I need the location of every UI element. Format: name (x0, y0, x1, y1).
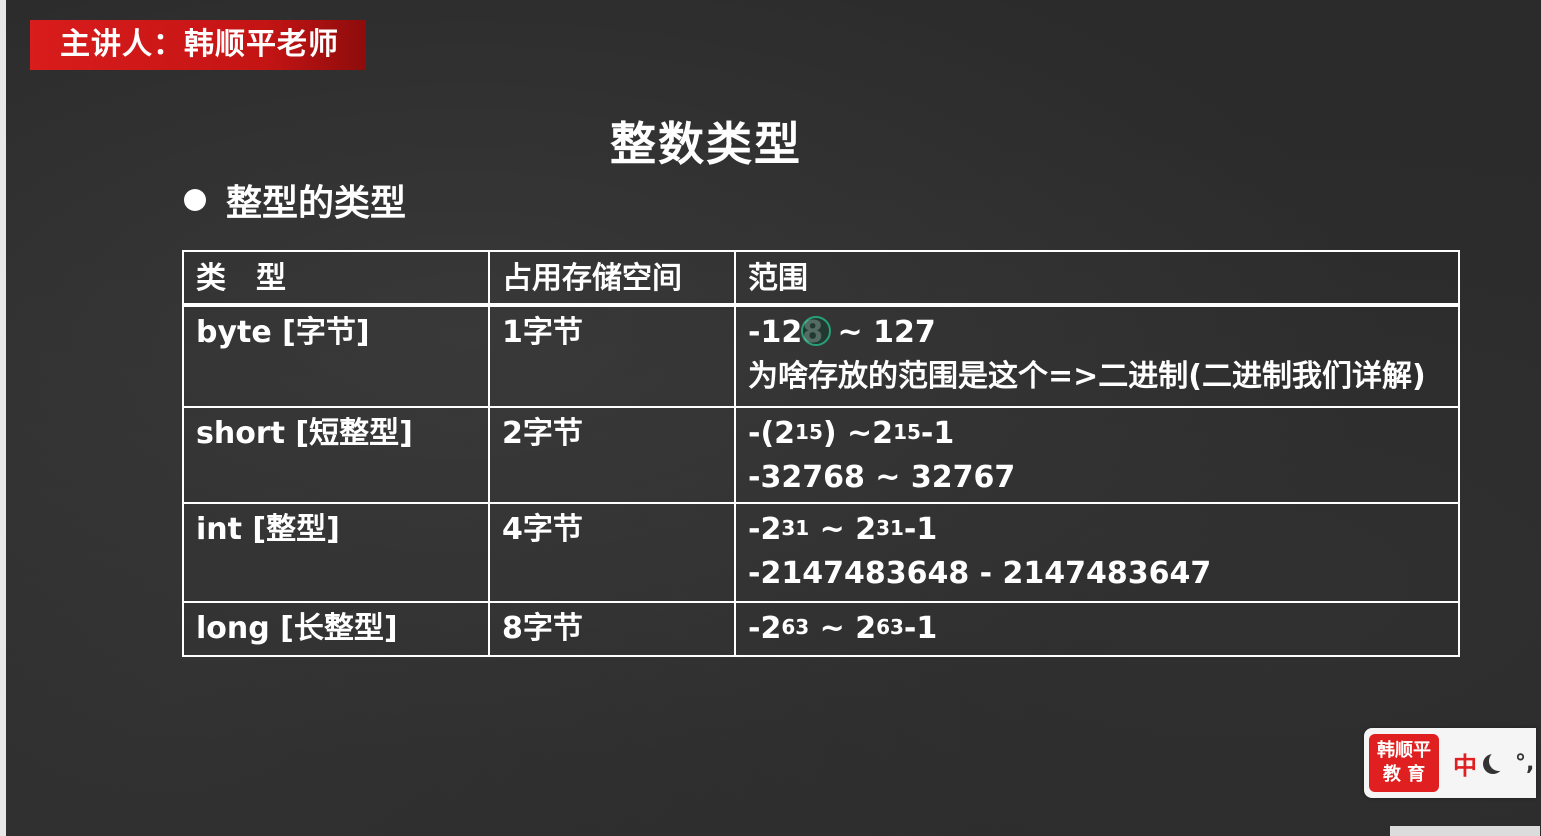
bottom-strip (1390, 826, 1540, 836)
bullet-dot-icon (184, 189, 206, 211)
speaker-banner: 主讲人：韩顺平老师 (30, 20, 366, 70)
cell-size: 2字节 (488, 406, 736, 504)
type-label: long [长整型] (196, 611, 398, 646)
page-title: 整数类型 (610, 117, 802, 171)
range-text: ~ 2 (809, 611, 877, 646)
exponent: 63 (876, 615, 904, 639)
range-text: ) ~2 (822, 416, 894, 451)
integer-types-table: 类 型 占用存储空间 范围 byte [字节] 1字节 -128 ~ 127 为… (182, 250, 1460, 657)
table-row: byte [字节] 1字节 -128 ~ 127 为啥存放的范围是这个=>二进制… (182, 304, 1460, 408)
exponent: 31 (781, 516, 810, 540)
cell-range: -231 ~ 231-1 -2147483648 - 2147483647 (734, 502, 1460, 603)
range-text: ~ 127 (827, 315, 936, 350)
table-row: short [短整型] 2字节 -(215) ~215-1 -32768 ~ 3… (182, 406, 1460, 504)
range-text: -1 (903, 611, 938, 646)
cell-type: int [整型] (182, 502, 490, 603)
type-label: int [整型] (196, 512, 340, 547)
type-label: byte [字节] (196, 315, 370, 350)
range-text: -(2 (748, 416, 796, 451)
bullet-row: 整型的类型 (184, 172, 406, 228)
range-line-1: -231 ~ 231-1 (748, 508, 1458, 552)
cell-range: -128 ~ 127 为啥存放的范围是这个=>二进制(二进制我们详解) (734, 304, 1460, 408)
logo-line-1: 韩顺平 (1377, 740, 1431, 761)
mouse-cursor-icon (801, 315, 832, 346)
table-row: int [整型] 4字节 -231 ~ 231-1 -2147483648 - … (182, 502, 1460, 603)
brand-widget[interactable]: 韩顺平 教 育 中 °, (1364, 728, 1536, 798)
type-label: short [短整型] (196, 416, 413, 451)
logo-line-2: 教 育 (1382, 764, 1426, 785)
header-range: 范围 (734, 250, 1460, 307)
header-size: 占用存储空间 (488, 250, 736, 307)
size-label: 4字节 (502, 512, 583, 547)
range-line-2: -32768 ~ 32767 (748, 460, 1016, 495)
cell-size: 4字节 (488, 502, 736, 603)
range-text: ~ 2 (809, 512, 877, 547)
range-line-2: -2147483648 - 2147483647 (748, 556, 1212, 591)
cell-size: 1字节 (488, 304, 736, 408)
cell-type: long [长整型] (182, 601, 490, 657)
bullet-text: 整型的类型 (226, 183, 407, 224)
cell-range: -263 ~ 263-1 (734, 601, 1460, 657)
range-text: -12 (748, 315, 803, 350)
cell-type: byte [字节] (182, 304, 490, 408)
moon-icon[interactable] (1489, 751, 1509, 771)
language-toggle[interactable]: 中 (1453, 746, 1477, 781)
cell-size: 8字节 (488, 601, 736, 657)
slide-canvas: 主讲人：韩顺平老师 整数类型 整型的类型 类 型 占用存储空间 范围 byte … (6, 0, 1541, 836)
table-header-row: 类 型 占用存储空间 范围 (182, 250, 1460, 307)
range-line-2: 为啥存放的范围是这个=>二进制(二进制我们详解) (748, 359, 1426, 394)
table-row: long [长整型] 8字节 -263 ~ 263-1 (182, 601, 1460, 657)
range-line-1: -263 ~ 263-1 (748, 607, 1458, 651)
range-line-1: -(215) ~215-1 (748, 412, 1458, 456)
exponent: 63 (781, 615, 810, 639)
punctuation-toggle[interactable]: °, (1515, 751, 1534, 776)
size-label: 8字节 (502, 611, 583, 646)
range-text: -2 (748, 512, 782, 547)
cell-range: -(215) ~215-1 -32768 ~ 32767 (734, 406, 1460, 504)
brand-logo: 韩顺平 教 育 (1369, 734, 1439, 792)
range-line-1: -128 ~ 127 (748, 311, 1458, 355)
header-type: 类 型 (182, 250, 490, 307)
cell-type: short [短整型] (182, 406, 490, 504)
size-label: 1字节 (502, 315, 583, 350)
exponent: 15 (795, 420, 823, 444)
exponent: 15 (893, 420, 921, 444)
range-text: -1 (920, 416, 955, 451)
range-text: -1 (903, 512, 938, 547)
size-label: 2字节 (502, 416, 583, 451)
exponent: 31 (876, 516, 904, 540)
range-text: -2 (748, 611, 782, 646)
